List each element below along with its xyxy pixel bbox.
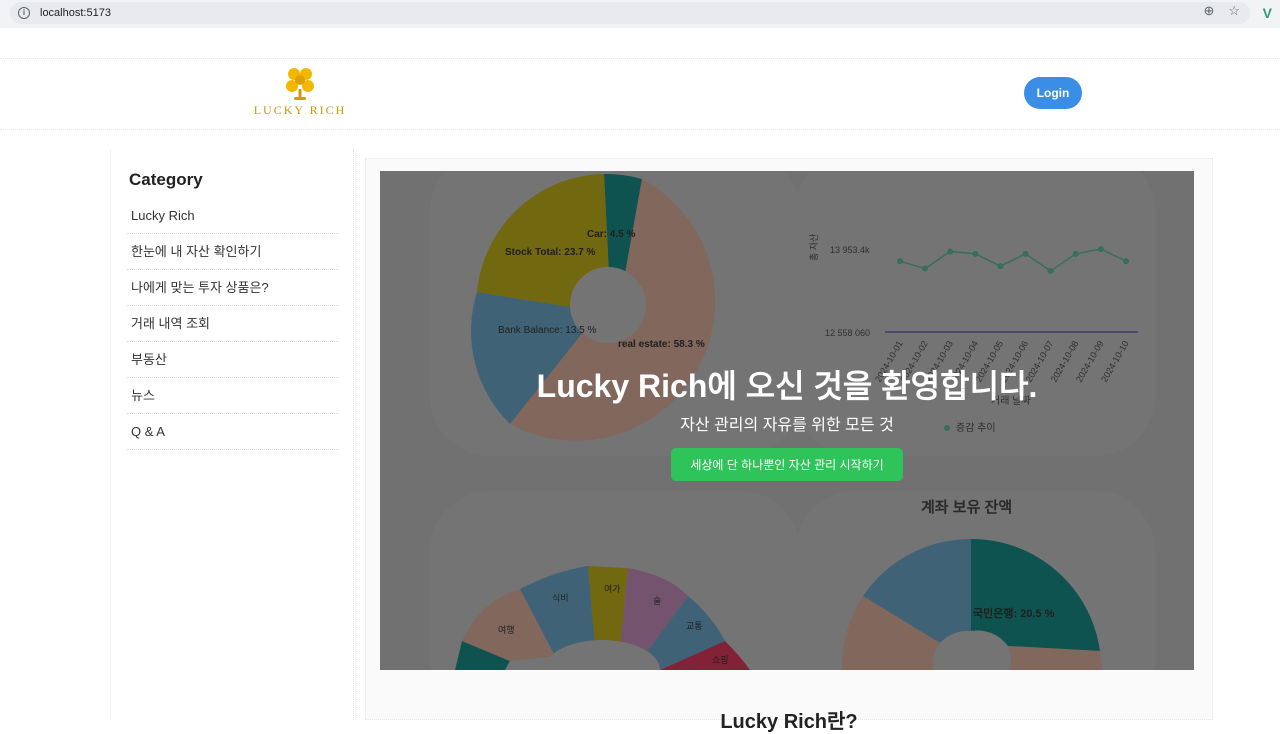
brand-text: LUCKY RICH: [253, 103, 347, 117]
info-icon[interactable]: i: [18, 7, 30, 19]
clover-icon: [286, 68, 314, 100]
start-asset-management-button[interactable]: 세상에 단 하나뿐인 자산 관리 시작하기: [671, 448, 903, 481]
url-text: localhost:5173: [40, 7, 111, 19]
hero-subtitle: 자산 관리의 자유를 위한 모든 것: [680, 417, 894, 434]
category-item-news[interactable]: 뉴스: [127, 378, 339, 414]
category-list: Lucky Rich 한눈에 내 자산 확인하기 나에게 맞는 투자 상품은? …: [127, 198, 339, 450]
category-item-my-assets[interactable]: 한눈에 내 자산 확인하기: [127, 234, 339, 270]
category-sidebar: Category Lucky Rich 한눈에 내 자산 확인하기 나에게 맞는…: [110, 150, 354, 720]
site-header: LUCKY RICH Login: [0, 58, 1280, 130]
vue-devtools-icon[interactable]: V: [1263, 5, 1272, 21]
category-item-lucky-rich[interactable]: Lucky Rich: [127, 198, 339, 234]
hero-banner: Car: 4.5 % real estate: 58.3 % Bank Bala…: [380, 171, 1194, 670]
address-bar[interactable]: i localhost:5173: [10, 2, 1250, 24]
category-item-investment[interactable]: 나에게 맞는 투자 상품은?: [127, 270, 339, 306]
browser-toolbar: i localhost:5173 ⊕ ☆ V: [0, 0, 1280, 28]
category-item-transactions[interactable]: 거래 내역 조회: [127, 306, 339, 342]
category-item-real-estate[interactable]: 부동산: [127, 342, 339, 378]
hero-title: Lucky Rich에 오신 것을 환영합니다.: [536, 368, 1038, 404]
star-icon[interactable]: ☆: [1228, 3, 1240, 19]
category-item-qna[interactable]: Q & A: [127, 414, 339, 450]
category-title: Category: [129, 170, 203, 189]
login-button[interactable]: Login: [1024, 77, 1082, 109]
zoom-icon[interactable]: ⊕: [1203, 3, 1214, 19]
brand-logo[interactable]: LUCKY RICH: [250, 65, 350, 125]
